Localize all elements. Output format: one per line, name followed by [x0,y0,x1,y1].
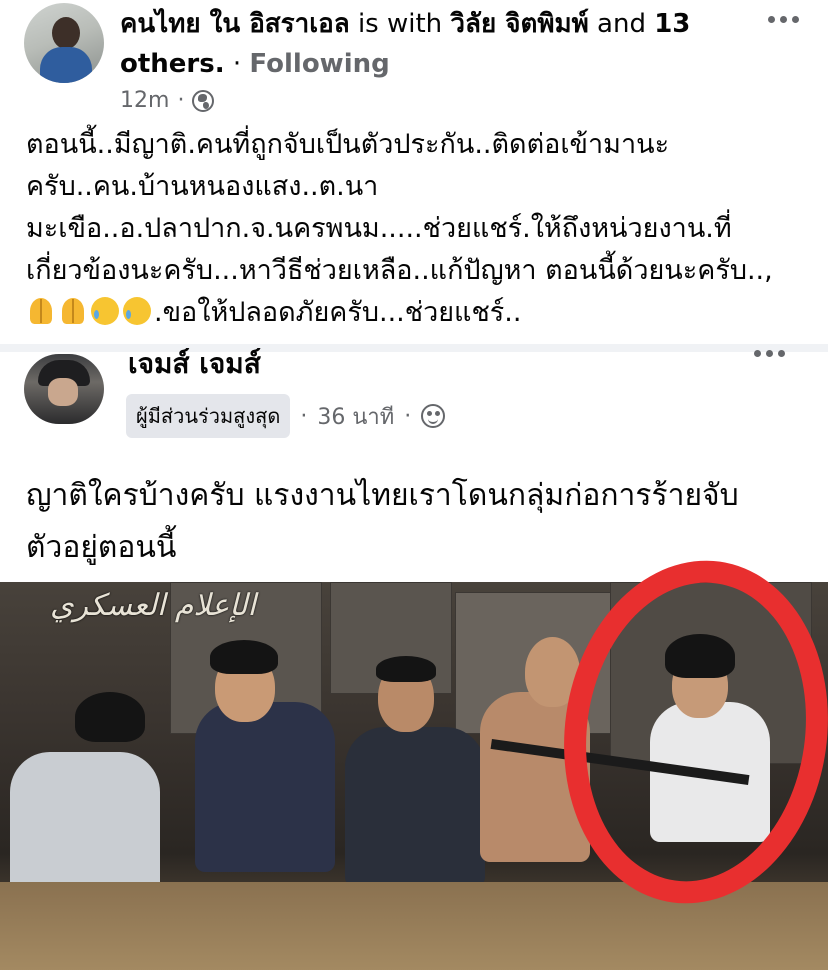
photo-person-shape [376,656,436,682]
shared-author-avatar[interactable] [24,354,104,424]
shared-post-timestamp[interactable]: 36 นาที [317,399,394,434]
post-line: ครับ..คน.บ้านหนองแสง..ต.นา [26,171,379,202]
separator-dot: · [232,49,242,79]
shared-post-meta: ผู้มีส่วนร่วมสูงสุด · 36 นาที · [126,394,446,438]
meta-dot: · [404,403,412,429]
and-text: and [597,9,646,39]
divider [0,344,828,352]
photo-person-shape [345,727,485,887]
top-contributor-badge[interactable]: ผู้มีส่วนร่วมสูงสุด [126,394,291,438]
post-line: มะเขือ..อ.ปลาปาก.จ.นครพนม.....ช่วยแชร์.ใ… [26,213,732,244]
photo-person-shape [10,752,160,902]
avatar-person-shape [52,17,80,49]
post-timestamp[interactable]: 12m [120,88,169,113]
friends-icon [421,404,446,428]
folded-hands-icon [26,296,56,326]
tagged-user[interactable]: วิลัย จิตพิมพ์ [450,9,588,39]
author-name[interactable]: คนไทย ใน อิสราเอล [120,9,350,39]
with-text: is with [357,9,443,39]
more-options-button[interactable] [768,16,799,23]
post-line-with-emoji: .ขอให้ปลอดภัยครับ...ช่วยแชร์.. [26,292,816,334]
meta-dot: · [177,88,185,113]
photo-person-shape [195,702,335,872]
post-header: คนไทย ใน อิสราเอล is with วิลัย จิตพิมพ์… [120,4,740,84]
post-meta: 12m · [120,88,215,113]
shared-post-line: ญาติใครบ้างครับ แรงงานไทยเราโดนกลุ่มก่อก… [26,478,739,513]
globe-icon [192,89,215,112]
others-word: others [120,49,215,79]
following-button[interactable]: Following [249,49,389,79]
photo-person-shape [210,640,278,674]
photo-person-shape [75,692,145,742]
post-line: .ขอให้ปลอดภัยครับ...ช่วยแชร์.. [154,297,522,328]
author-avatar[interactable] [24,3,104,83]
post-body: ตอนนี้..มีญาติ.คนที่ถูกจับเป็นตัวประกัน.… [26,124,816,334]
avatar-face-shape [48,378,78,406]
photo-watermark: الإعلام العسكري [50,588,256,623]
post-line: เกี่ยวข้องนะครับ...หาวีธีช่วยเหลือ..แก้ป… [26,255,773,286]
shared-author-name[interactable]: เจมส์ เจมส์ [128,346,261,382]
folded-hands-icon [58,296,88,326]
sad-tear-face-icon [90,296,120,326]
sad-tear-face-icon [122,296,152,326]
shared-post-body: ญาติใครบ้างครับ แรงงานไทยเราโดนกลุ่มก่อก… [26,470,816,574]
shared-more-options-button[interactable] [754,350,785,357]
others-count: 13 [654,9,691,39]
avatar-body-shape [40,47,92,83]
meta-dot: · [300,403,308,429]
post-line: ตอนนี้..มีญาติ.คนที่ถูกจับเป็นตัวประกัน.… [26,129,670,160]
